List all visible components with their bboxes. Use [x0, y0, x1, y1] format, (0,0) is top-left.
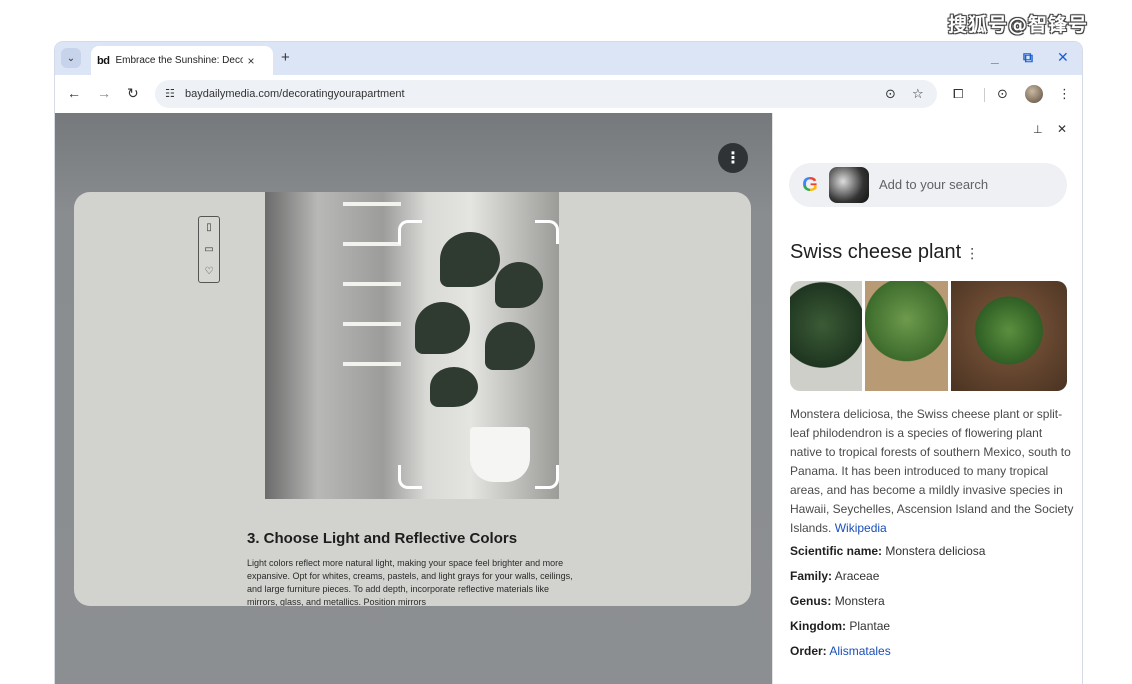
selection-corner[interactable]	[398, 465, 422, 489]
reload-icon[interactable]: ↻	[127, 85, 139, 102]
result-image[interactable]	[865, 281, 948, 391]
star-icon[interactable]: ☆	[912, 86, 924, 102]
wikipedia-link[interactable]: Wikipedia	[835, 521, 887, 535]
tab-strip: ⌄ bd Embrace the Sunshine: Deco × + _ ⧉ …	[55, 42, 1082, 75]
pin-icon[interactable]: ⊥	[1033, 123, 1043, 136]
browser-toolbar: ← → ↻ ☷ baydailymedia.com/decoratingyour…	[55, 75, 1082, 113]
fact-label: Genus:	[790, 594, 832, 608]
address-bar[interactable]: ☷ baydailymedia.com/decoratingyourapartm…	[155, 80, 937, 108]
fact-row: Order: Alismatales	[790, 644, 891, 658]
fact-label: Scientific name:	[790, 544, 883, 558]
selection-corner[interactable]	[398, 220, 422, 244]
fact-row: Kingdom: Plantae	[790, 619, 890, 633]
article-body: Light colors reflect more natural light,…	[247, 558, 573, 606]
article-photo[interactable]	[265, 192, 559, 499]
bookmark-icon[interactable]: ▯	[199, 217, 219, 239]
fact-value: Monstera	[834, 594, 885, 608]
plant-leaf	[415, 302, 470, 354]
heart-icon[interactable]: ♡	[199, 261, 219, 283]
plant-pot	[470, 427, 530, 482]
fact-row: Family: Araceae	[790, 569, 879, 583]
shelf	[343, 362, 401, 366]
fact-value: Monstera deliciosa	[885, 544, 986, 558]
plant-leaf	[485, 322, 535, 370]
plant-leaf	[430, 367, 478, 407]
page-content: ⋮ ▯ ▭ ♡ 3. Choose Light and Reflective C…	[55, 113, 772, 684]
site-favicon: bd	[97, 54, 110, 67]
site-info-icon[interactable]: ☷	[165, 87, 175, 100]
result-title-text: Swiss cheese plant	[790, 241, 962, 263]
url-text[interactable]: baydailymedia.com/decoratingyourapartmen…	[185, 88, 405, 100]
order-link[interactable]: Alismatales	[829, 644, 890, 658]
article-actions: ▯ ▭ ♡	[198, 216, 220, 283]
fact-label: Family:	[790, 569, 833, 583]
browser-window: ⌄ bd Embrace the Sunshine: Deco × + _ ⧉ …	[55, 42, 1082, 684]
forward-arrow-icon[interactable]: →	[97, 85, 111, 101]
shelf	[343, 242, 401, 246]
fact-row: Genus: Monstera	[790, 594, 885, 608]
search-input[interactable]: Add to your search	[879, 177, 988, 192]
new-tab-button[interactable]: +	[281, 49, 290, 66]
result-images	[790, 281, 1067, 391]
result-image[interactable]	[790, 281, 862, 391]
more-vert-icon[interactable]: ⋮	[718, 143, 748, 173]
profile-avatar[interactable]	[1025, 85, 1043, 103]
close-window-button[interactable]: ✕	[1057, 49, 1069, 66]
description-text: Monstera deliciosa, the Swiss cheese pla…	[790, 407, 1074, 535]
article-card: ▯ ▭ ♡ 3. Choose Light and Reflective Col…	[74, 192, 751, 606]
comment-icon[interactable]: ▭	[199, 239, 219, 261]
result-image[interactable]	[951, 281, 1067, 391]
minimize-button[interactable]: _	[991, 49, 999, 65]
fact-label: Kingdom:	[790, 619, 846, 633]
fact-value: Plantae	[849, 619, 891, 633]
lens-icon[interactable]: ⊙	[997, 86, 1008, 102]
tab-close-button[interactable]: ×	[247, 54, 254, 68]
plant-leaf	[495, 262, 543, 308]
fact-label: Order:	[790, 644, 827, 658]
lens-icon[interactable]: ⊙	[885, 86, 896, 102]
extensions-icon[interactable]: ⧠	[953, 86, 963, 102]
more-vert-icon[interactable]: ⋮	[1058, 86, 1071, 102]
toolbar-divider	[984, 88, 985, 102]
more-vert-icon[interactable]: ⋮	[965, 245, 979, 261]
shelf	[343, 202, 401, 206]
active-tab[interactable]: bd Embrace the Sunshine: Deco ×	[91, 46, 273, 75]
selection-corner[interactable]	[535, 220, 559, 244]
lens-search-box[interactable]: G Add to your search	[789, 163, 1067, 207]
tab-title: Embrace the Sunshine: Deco	[115, 55, 244, 66]
selection-corner[interactable]	[535, 465, 559, 489]
fact-value: Araceae	[834, 569, 880, 583]
search-image-thumbnail[interactable]	[829, 167, 869, 203]
plant-leaf	[440, 232, 500, 287]
fact-row: Scientific name: Monstera deliciosa	[790, 544, 985, 558]
back-arrow-icon[interactable]: ←	[67, 85, 81, 101]
article-heading: 3. Choose Light and Reflective Colors	[247, 530, 518, 547]
result-description: Monstera deliciosa, the Swiss cheese pla…	[790, 405, 1076, 538]
shelf	[343, 322, 401, 326]
shelf	[343, 282, 401, 286]
lens-side-panel: ⊥ ✕ G Add to your search Swiss cheese pl…	[772, 113, 1082, 684]
result-title: Swiss cheese plant ⋮	[790, 241, 979, 264]
restore-button[interactable]: ⧉	[1023, 49, 1033, 66]
watermark: 搜狐号@智锋号	[948, 14, 1089, 36]
close-icon[interactable]: ✕	[1057, 122, 1067, 136]
google-logo-icon: G	[799, 174, 821, 196]
chevron-down-icon[interactable]: ⌄	[61, 48, 81, 68]
